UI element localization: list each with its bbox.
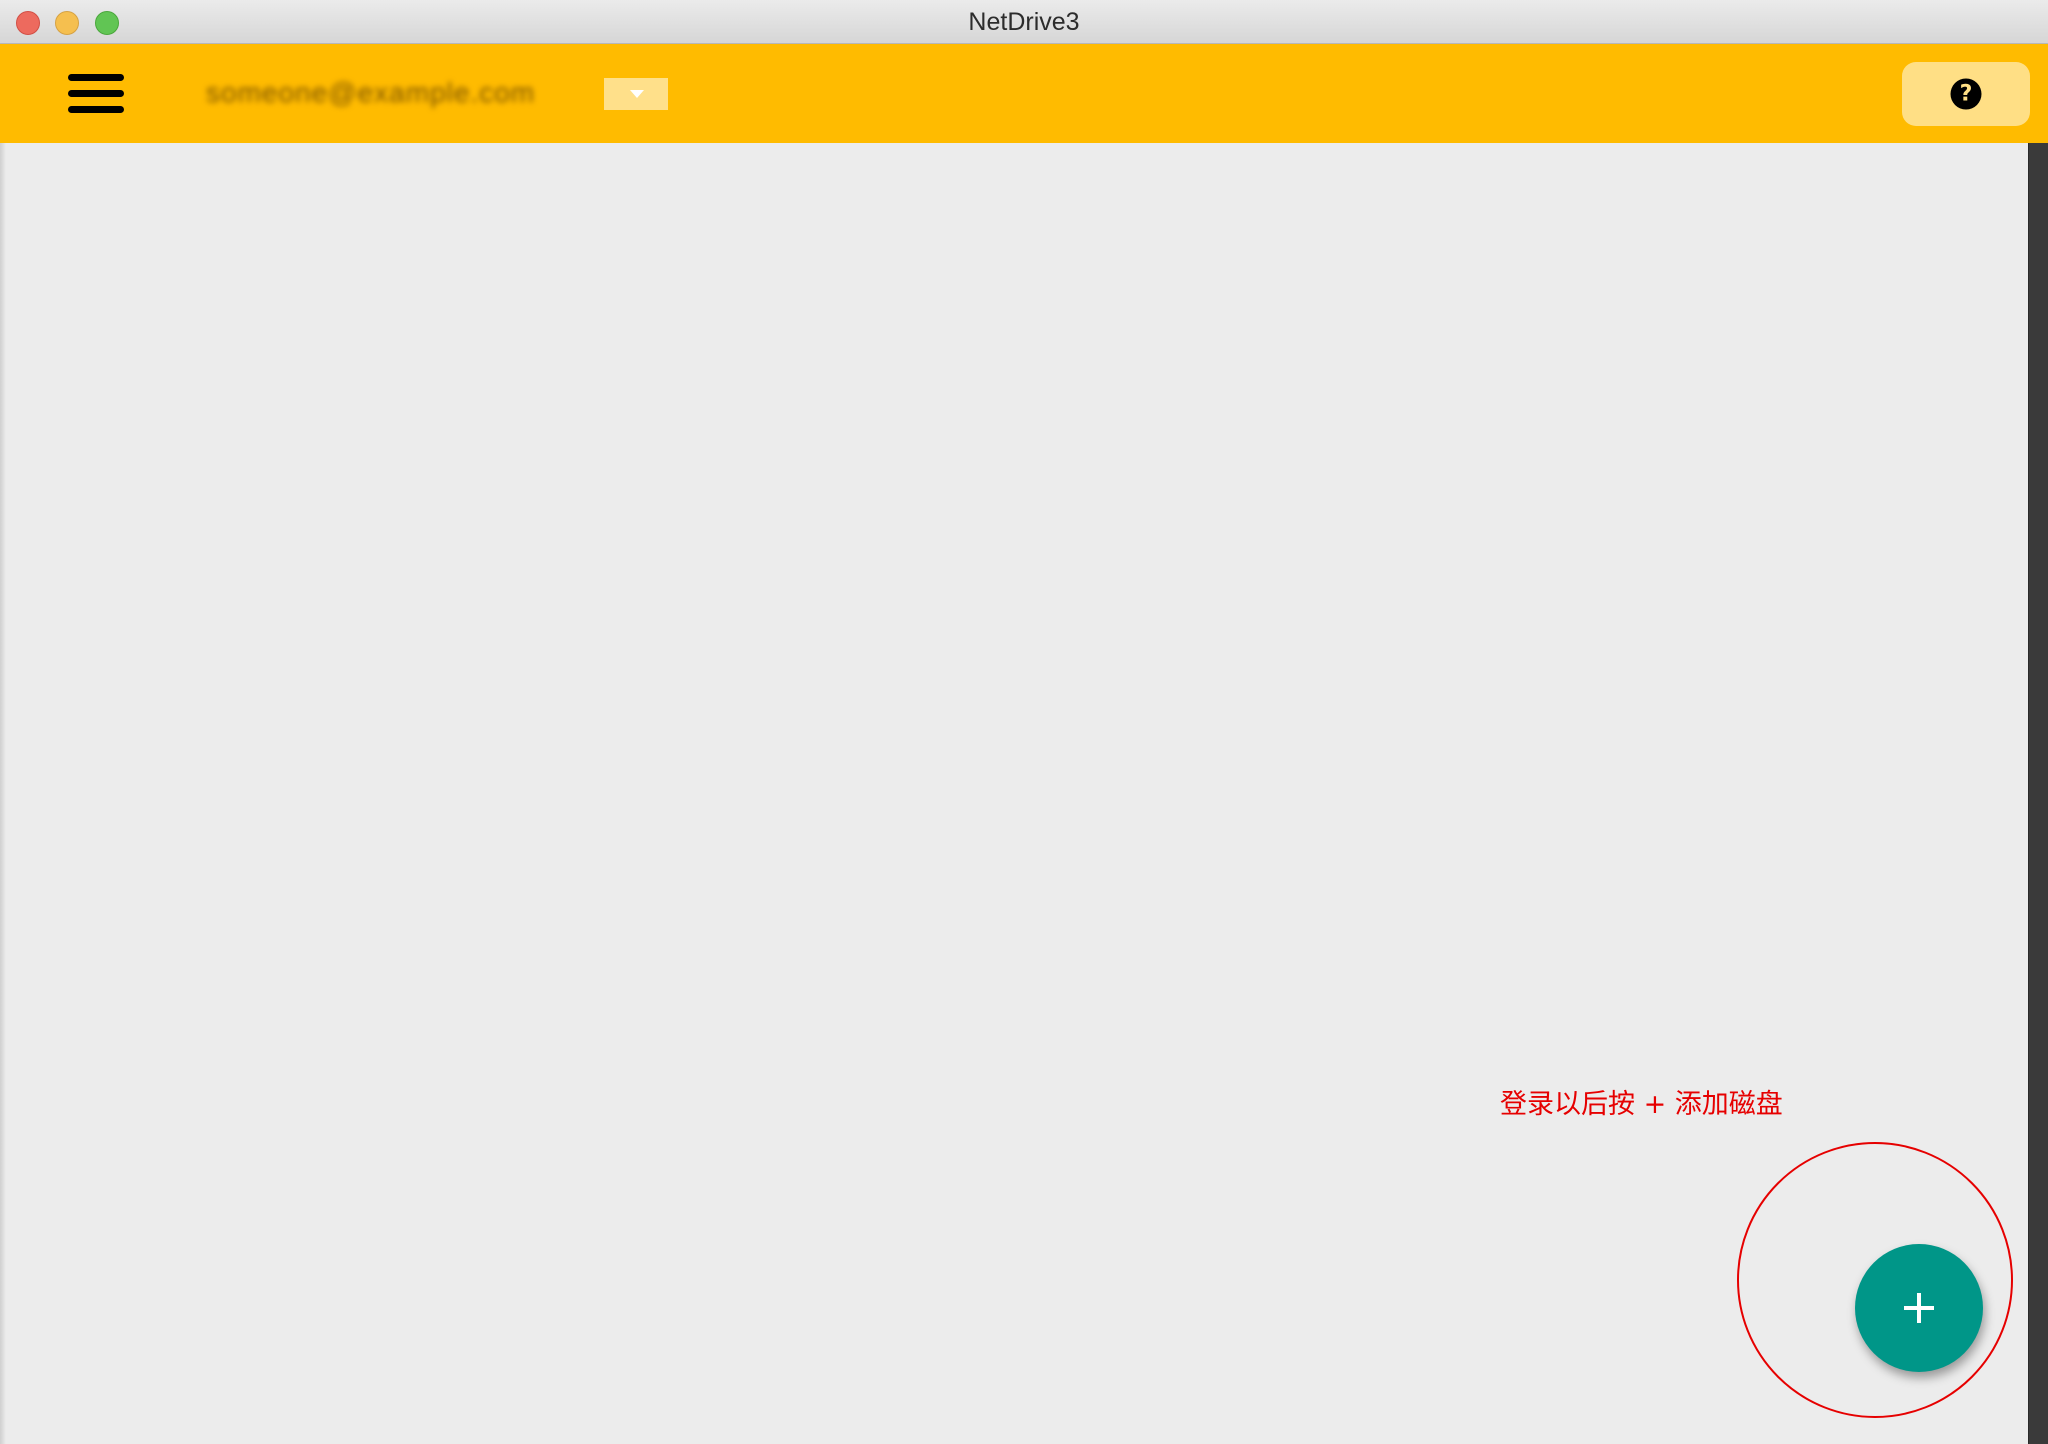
window-title: NetDrive3: [968, 8, 1080, 36]
app-bar: someone@example.com ?: [0, 44, 2048, 143]
add-drive-hint: 登录以后按 + 添加磁盘: [1500, 1089, 1783, 1120]
menu-bar-line: [68, 89, 124, 97]
question-circle-icon: ?: [1950, 78, 1982, 110]
vertical-scrollbar[interactable]: [2028, 143, 2048, 1444]
menu-bar-line: [68, 105, 124, 113]
app-window: NetDrive3 someone@example.com ? 登录以后按 + …: [0, 0, 2048, 1444]
help-button[interactable]: ?: [1902, 62, 2030, 126]
edge-shadow: [0, 143, 6, 1444]
account-selector[interactable]: someone@example.com: [206, 70, 580, 116]
hamburger-menu-icon[interactable]: [60, 66, 132, 120]
caret-down-icon[interactable]: [604, 78, 668, 110]
add-drive-button[interactable]: [1855, 1244, 1983, 1372]
drive-list-area: [0, 143, 2028, 1444]
title-bar[interactable]: NetDrive3: [0, 0, 2048, 44]
account-email: someone@example.com: [206, 77, 536, 108]
plus-icon: [1904, 1293, 1934, 1323]
menu-bar-line: [68, 73, 124, 81]
